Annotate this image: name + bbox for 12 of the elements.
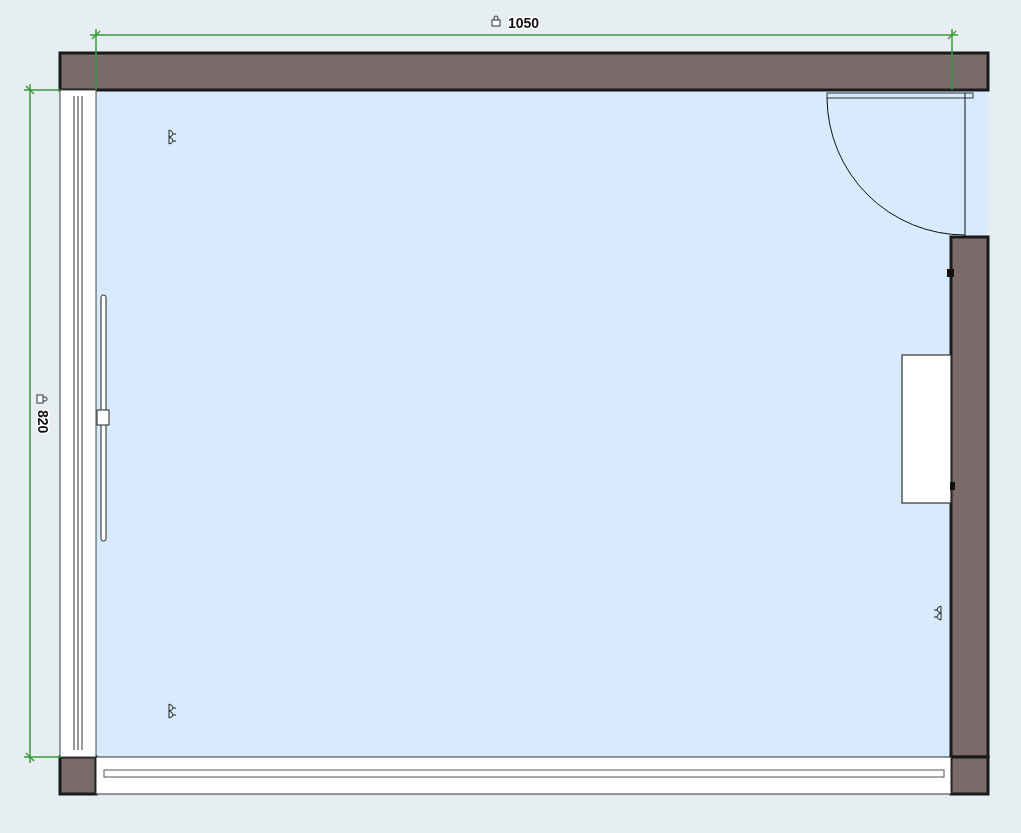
door-swing-drawing[interactable] bbox=[826, 92, 974, 238]
outlet-icon bbox=[933, 605, 942, 621]
dimension-line[interactable] bbox=[89, 28, 959, 91]
wall[interactable] bbox=[58, 755, 98, 796]
cabinet[interactable] bbox=[901, 354, 952, 504]
handle-icon bbox=[96, 409, 110, 426]
dimension-label: 1050 bbox=[508, 15, 540, 31]
outlet-icon bbox=[168, 703, 177, 719]
wall[interactable] bbox=[949, 755, 990, 796]
outlet-icon bbox=[168, 129, 177, 145]
dimension-label: 820 bbox=[35, 410, 51, 434]
radiator[interactable] bbox=[100, 294, 107, 542]
